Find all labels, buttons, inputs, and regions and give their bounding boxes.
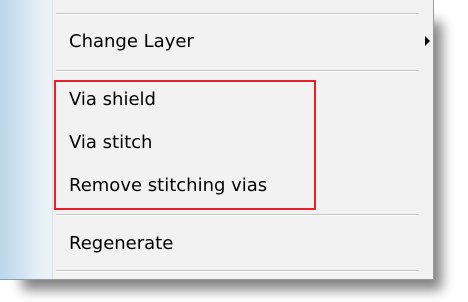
chevron-right-icon (425, 36, 430, 46)
menu-item-via-shield[interactable]: Via shield (69, 86, 156, 114)
screenshot-stage: Change Layer Via shield Via stitch Remov… (0, 0, 468, 302)
menu-separator (56, 13, 419, 15)
menu-separator (56, 270, 419, 272)
menu-item-via-stitch[interactable]: Via stitch (69, 129, 152, 157)
menu-item-regenerate[interactable]: Regenerate (69, 230, 173, 258)
menu-item-remove-stitching-vias[interactable]: Remove stitching vias (69, 172, 267, 200)
menu-separator (56, 70, 419, 72)
menu-item-change-layer[interactable]: Change Layer (69, 28, 433, 56)
menu-separator (56, 214, 419, 216)
menu-icon-gutter (0, 0, 53, 279)
context-menu: Change Layer Via shield Via stitch Remov… (0, 0, 434, 280)
